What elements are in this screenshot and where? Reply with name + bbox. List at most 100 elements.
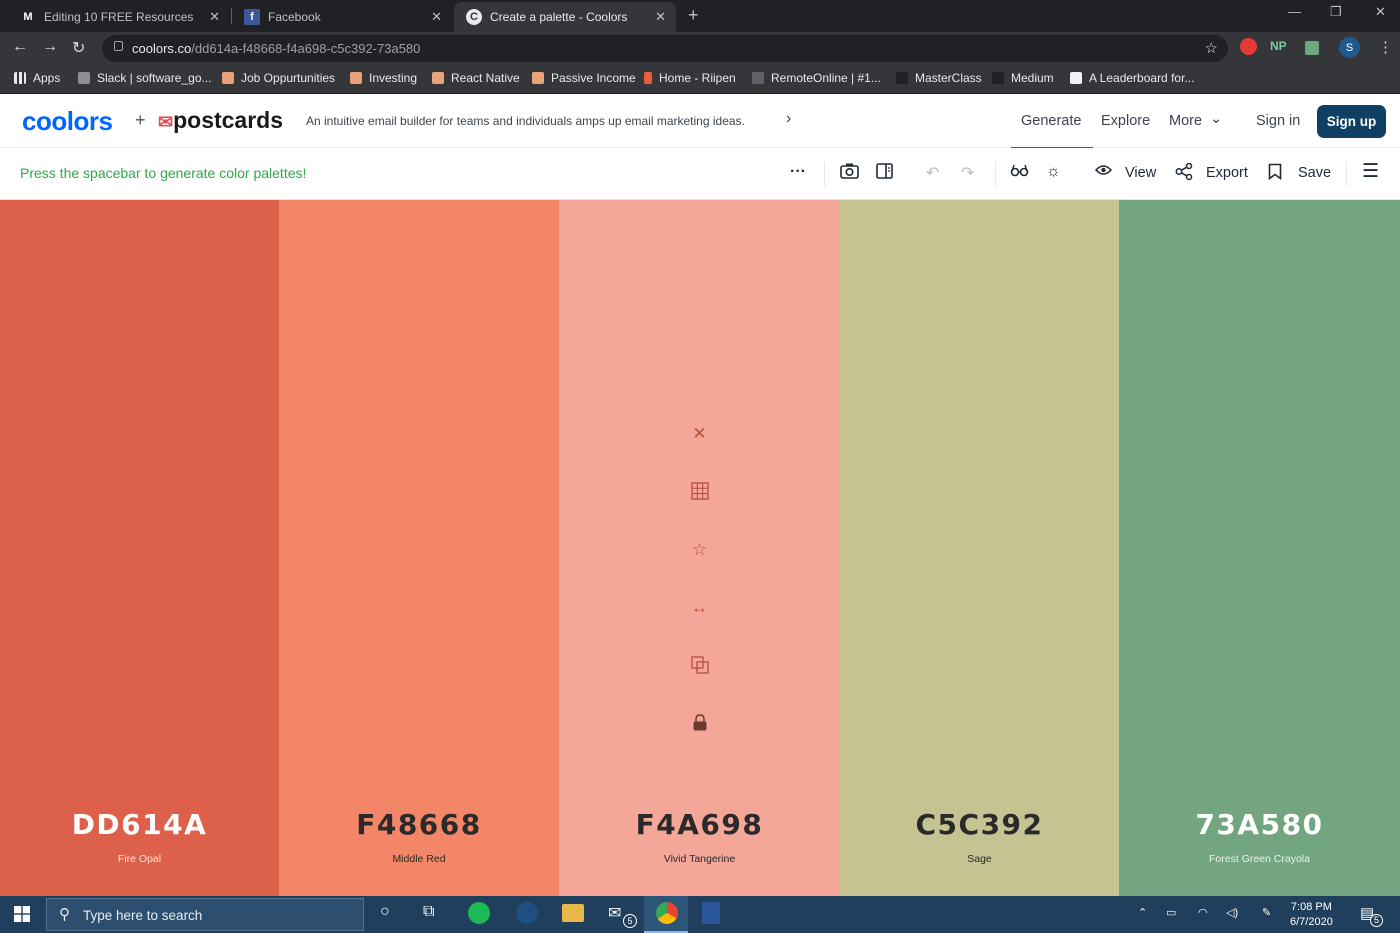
- hex-code[interactable]: C5C392: [840, 808, 1119, 841]
- bookmark-star-icon[interactable]: ☆: [1205, 39, 1218, 57]
- nav-explore[interactable]: Explore: [1101, 113, 1150, 129]
- extension-red-icon[interactable]: [1240, 38, 1257, 55]
- bookmark-masterclass[interactable]: MasterClass: [896, 71, 982, 85]
- swatch-5[interactable]: 73A580 Forest Green Crayola: [1119, 200, 1400, 896]
- windows-start-icon[interactable]: [14, 906, 30, 927]
- close-icon[interactable]: ✕: [209, 9, 220, 25]
- undo-icon[interactable]: ↶: [926, 163, 939, 183]
- battery-icon[interactable]: ▭: [1166, 906, 1176, 919]
- facebook-icon: f: [244, 9, 260, 25]
- eye-icon[interactable]: [1094, 163, 1113, 181]
- bookmark-jobs[interactable]: Job Oppurtunities: [222, 71, 335, 85]
- tab-title: Create a palette - Coolors: [490, 10, 628, 24]
- close-icon[interactable]: ✕: [655, 9, 666, 25]
- masterclass-icon: [896, 72, 908, 84]
- color-name[interactable]: Vivid Tangerine: [559, 853, 840, 865]
- forward-arrow-icon[interactable]: →: [42, 38, 58, 56]
- favorite-star-icon[interactable]: ☆: [692, 540, 707, 560]
- nav-more[interactable]: More: [1169, 113, 1202, 129]
- bookmark-investing[interactable]: Investing: [350, 71, 417, 85]
- hex-code[interactable]: F48668: [279, 808, 559, 841]
- bookmark-passive-income[interactable]: Passive Income: [532, 71, 636, 85]
- lock-icon[interactable]: [692, 714, 708, 736]
- hex-code[interactable]: 73A580: [1119, 808, 1400, 841]
- nav-generate[interactable]: Generate: [1021, 113, 1081, 129]
- hex-code[interactable]: DD614A: [0, 808, 279, 841]
- bookmark-react-native[interactable]: React Native: [432, 71, 520, 85]
- sign-up-button[interactable]: Sign up: [1317, 105, 1386, 138]
- pen-icon[interactable]: ✎: [1262, 906, 1271, 919]
- toolbar-divider: [824, 162, 825, 186]
- restore-icon[interactable]: ❐: [1330, 4, 1342, 20]
- mail-icon[interactable]: ✉: [608, 903, 621, 923]
- window-close-icon[interactable]: ✕: [1375, 4, 1386, 20]
- bookmark-icon[interactable]: [1268, 163, 1282, 185]
- drag-arrows-icon[interactable]: ↔: [691, 598, 708, 618]
- chevron-down-icon[interactable]: ⌄: [1210, 111, 1222, 127]
- swatch-3[interactable]: ✕ ☆ ↔ F4A698 Vivid Tangerine: [559, 200, 840, 896]
- tab-gmail-edit[interactable]: M Editing 10 FREE Resources that i ✕: [8, 2, 230, 32]
- hamburger-menu-icon[interactable]: ☰: [1362, 160, 1379, 183]
- color-name[interactable]: Forest Green Crayola: [1119, 853, 1400, 865]
- spotify-icon[interactable]: [468, 902, 490, 924]
- postcards-logo[interactable]: ✉postcards: [158, 107, 283, 134]
- new-tab-button[interactable]: +: [688, 5, 699, 26]
- shades-grid-icon[interactable]: [690, 482, 709, 505]
- sign-in-link[interactable]: Sign in: [1256, 113, 1300, 129]
- chevron-up-icon[interactable]: ⌃: [1138, 906, 1147, 919]
- more-options-icon[interactable]: ···: [790, 163, 806, 181]
- bookmark-apps[interactable]: Apps: [14, 71, 60, 85]
- view-button[interactable]: View: [1125, 165, 1156, 181]
- file-explorer-icon[interactable]: [562, 904, 584, 922]
- system-clock[interactable]: 7:08 PM 6/7/2020: [1290, 900, 1333, 930]
- address-bar[interactable]: coolors.co/dd614a-f48668-f4a698-c5c392-7…: [102, 35, 1228, 62]
- site-header: coolors + ✉postcards An intuitive email …: [0, 96, 1400, 149]
- swatch-4[interactable]: C5C392 Sage: [840, 200, 1119, 896]
- taskbar-search-box[interactable]: ⚲ Type here to search: [46, 898, 364, 931]
- remove-color-icon[interactable]: ✕: [692, 424, 706, 444]
- sidebar-panel-icon[interactable]: [876, 163, 893, 184]
- color-name[interactable]: Middle Red: [279, 853, 559, 865]
- copy-icon[interactable]: [690, 656, 709, 679]
- share-icon[interactable]: [1175, 162, 1193, 185]
- color-name[interactable]: Fire Opal: [0, 853, 279, 865]
- extension-np-icon[interactable]: NP: [1270, 39, 1287, 53]
- app-icon[interactable]: [516, 902, 538, 924]
- extension-green-icon[interactable]: [1305, 41, 1319, 55]
- close-icon[interactable]: ✕: [431, 9, 442, 25]
- lock-icon: [114, 41, 123, 51]
- profile-avatar[interactable]: S: [1339, 37, 1360, 58]
- redo-icon[interactable]: ↷: [961, 163, 974, 183]
- swatch-2[interactable]: F48668 Middle Red: [279, 200, 559, 896]
- bookmark-remoteonline[interactable]: RemoteOnline | #1...: [752, 71, 881, 85]
- swatch-1[interactable]: DD614A Fire Opal: [0, 200, 279, 896]
- cortana-icon[interactable]: ○: [380, 903, 390, 921]
- tab-facebook[interactable]: f Facebook ✕: [232, 2, 452, 32]
- url-text[interactable]: coolors.co/dd614a-f48668-f4a698-c5c392-7…: [132, 41, 420, 56]
- wifi-icon[interactable]: ◠: [1198, 906, 1208, 919]
- spacebar-hint: Press the spacebar to generate color pal…: [20, 165, 307, 181]
- hex-code[interactable]: F4A698: [559, 808, 840, 841]
- minimize-icon[interactable]: —: [1288, 4, 1301, 19]
- vscode-icon[interactable]: [702, 902, 720, 924]
- menu-kebab-icon[interactable]: ⋮: [1378, 38, 1393, 56]
- coolors-logo[interactable]: coolors: [22, 106, 113, 137]
- volume-icon[interactable]: ◁): [1226, 906, 1238, 919]
- task-view-icon[interactable]: ⧉: [423, 903, 434, 921]
- chevron-right-icon[interactable]: ›: [786, 110, 791, 128]
- bookmark-leaderboard[interactable]: A Leaderboard for...: [1070, 71, 1194, 85]
- export-button[interactable]: Export: [1206, 165, 1248, 181]
- riipen-icon: [644, 72, 652, 84]
- brightness-icon[interactable]: ☼: [1046, 163, 1061, 181]
- camera-icon[interactable]: [840, 163, 859, 184]
- bookmark-riipen[interactable]: Home - Riipen: [644, 71, 736, 85]
- color-name[interactable]: Sage: [840, 853, 1119, 865]
- promo-text[interactable]: An intuitive email builder for teams and…: [306, 114, 745, 128]
- back-arrow-icon[interactable]: ←: [12, 38, 28, 56]
- save-button[interactable]: Save: [1298, 165, 1331, 181]
- tab-coolors[interactable]: C Create a palette - Coolors ✕: [454, 2, 676, 32]
- reload-icon[interactable]: ↻: [72, 38, 85, 58]
- glasses-icon[interactable]: [1010, 163, 1029, 182]
- bookmark-medium[interactable]: Medium: [992, 71, 1054, 85]
- bookmark-slack[interactable]: Slack | software_go...: [78, 71, 212, 85]
